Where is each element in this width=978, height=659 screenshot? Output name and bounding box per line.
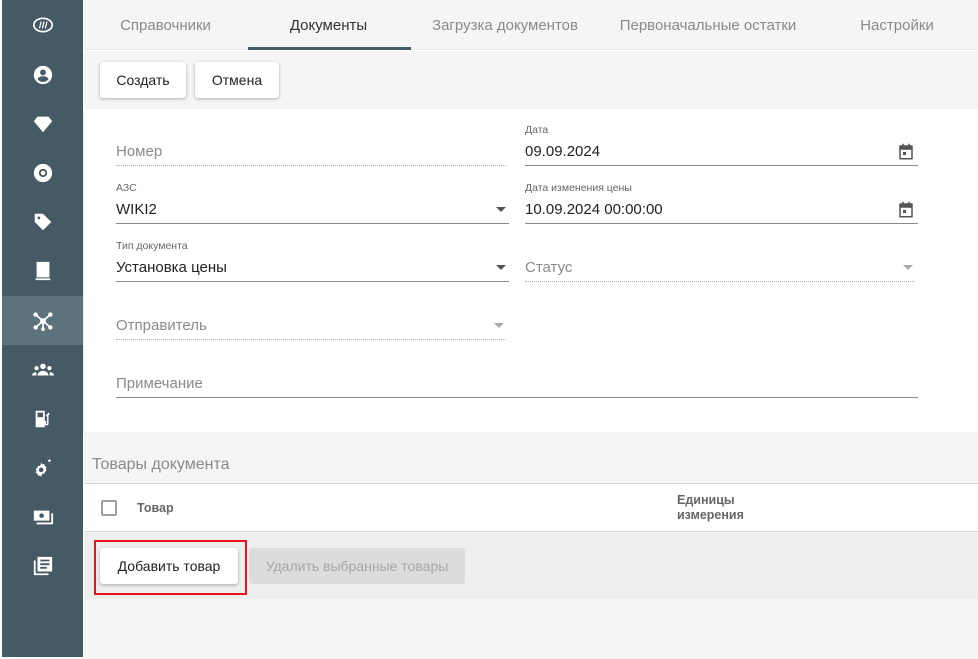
sidebar	[2, 0, 83, 657]
document-form: Номер Дата 09.09.2024 АЗС WIKI2 Дата изм…	[84, 109, 978, 432]
station-value: WIKI2	[116, 201, 157, 218]
note-placeholder: Примечание	[116, 375, 203, 392]
active-tab-indicator	[248, 47, 411, 50]
price-change-date-label: Дата изменения цены	[525, 182, 632, 194]
sidebar-item-profile[interactable]	[2, 50, 83, 99]
document-type-select[interactable]: Тип документа Установка цены	[116, 239, 509, 283]
diamond-icon	[33, 116, 52, 132]
document-type-label: Тип документа	[116, 240, 188, 252]
number-underline	[116, 165, 506, 166]
settings-gear-icon	[35, 458, 51, 477]
status-placeholder: Статус	[525, 259, 573, 276]
station-label: АЗС	[116, 182, 137, 194]
goods-table-header: Товар Единицы измерения	[84, 483, 978, 532]
receipt-icon	[35, 261, 50, 280]
sidebar-item-receipts[interactable]	[2, 246, 83, 295]
goods-section-title: Товары документа	[92, 456, 230, 473]
sidebar-item-money[interactable]	[2, 492, 83, 541]
tab-directories[interactable]: Справочники	[84, 0, 247, 50]
chevron-down-icon	[496, 207, 506, 212]
price-change-date-value: 10.09.2024 00:00:00	[525, 201, 663, 218]
tab-initial-balances[interactable]: Первоначальные остатки	[600, 0, 816, 50]
number-placeholder: Номер	[116, 143, 163, 160]
users-icon	[31, 363, 54, 375]
date-field[interactable]: Дата 09.09.2024	[525, 123, 918, 167]
tab-document-upload[interactable]: Загрузка документов	[410, 0, 600, 50]
toolbar: Создать Отмена	[84, 51, 978, 109]
logo-icon	[32, 17, 53, 32]
column-header-unit-line1: Единицы	[677, 493, 735, 507]
note-field[interactable]: Примечание	[116, 365, 918, 399]
status-select[interactable]: Статус	[525, 249, 915, 283]
column-header-product: Товар	[137, 501, 174, 515]
cancel-button[interactable]: Отмена	[195, 62, 279, 98]
user-icon	[33, 65, 52, 84]
document-type-underline	[116, 281, 509, 282]
money-icon	[33, 510, 53, 524]
highlight-frame	[94, 540, 247, 595]
calendar-icon[interactable]	[897, 143, 915, 161]
sidebar-item-users[interactable]	[2, 345, 83, 394]
status-underline	[525, 281, 915, 282]
sender-select[interactable]: Отправитель	[116, 307, 506, 341]
document-type-value: Установка цены	[116, 259, 227, 276]
network-icon	[32, 311, 53, 331]
chevron-down-icon	[496, 265, 506, 270]
calendar-icon[interactable]	[897, 201, 915, 219]
station-select[interactable]: АЗС WIKI2	[116, 181, 509, 225]
tab-documents[interactable]: Документы	[247, 0, 410, 50]
tab-bar: Справочники Документы Загрузка документо…	[84, 0, 978, 50]
date-label: Дата	[525, 124, 549, 136]
lifebuoy-icon	[33, 163, 52, 182]
number-field[interactable]: Номер	[116, 133, 506, 167]
sidebar-logo[interactable]	[2, 0, 83, 49]
create-button[interactable]: Создать	[100, 62, 186, 98]
delete-selected-products-button: Удалить выбранные товары	[249, 548, 465, 584]
chevron-down-icon	[903, 265, 913, 270]
sidebar-item-diamond[interactable]	[2, 99, 83, 148]
column-header-unit-line2: измерения	[677, 508, 744, 522]
sidebar-item-fuel[interactable]	[2, 394, 83, 443]
sender-underline	[116, 339, 506, 340]
sender-placeholder: Отправитель	[116, 317, 207, 334]
sidebar-item-support[interactable]	[2, 148, 83, 197]
tag-icon	[34, 213, 51, 230]
sidebar-item-settings[interactable]	[2, 443, 83, 492]
tab-settings[interactable]: Настройки	[816, 0, 978, 50]
sidebar-item-documents[interactable]	[2, 541, 83, 590]
sidebar-item-tags[interactable]	[2, 197, 83, 246]
price-change-date-underline	[525, 223, 918, 224]
chevron-down-icon	[494, 323, 504, 328]
sidebar-item-network[interactable]	[2, 296, 83, 345]
document-list-icon	[33, 556, 52, 575]
select-all-checkbox[interactable]	[101, 500, 117, 516]
station-underline	[116, 223, 509, 224]
fuel-station-icon	[35, 410, 50, 427]
date-underline	[525, 165, 918, 166]
date-value: 09.09.2024	[525, 143, 601, 160]
note-underline	[116, 397, 918, 398]
price-change-date-field[interactable]: Дата изменения цены 10.09.2024 00:00:00	[525, 181, 918, 225]
